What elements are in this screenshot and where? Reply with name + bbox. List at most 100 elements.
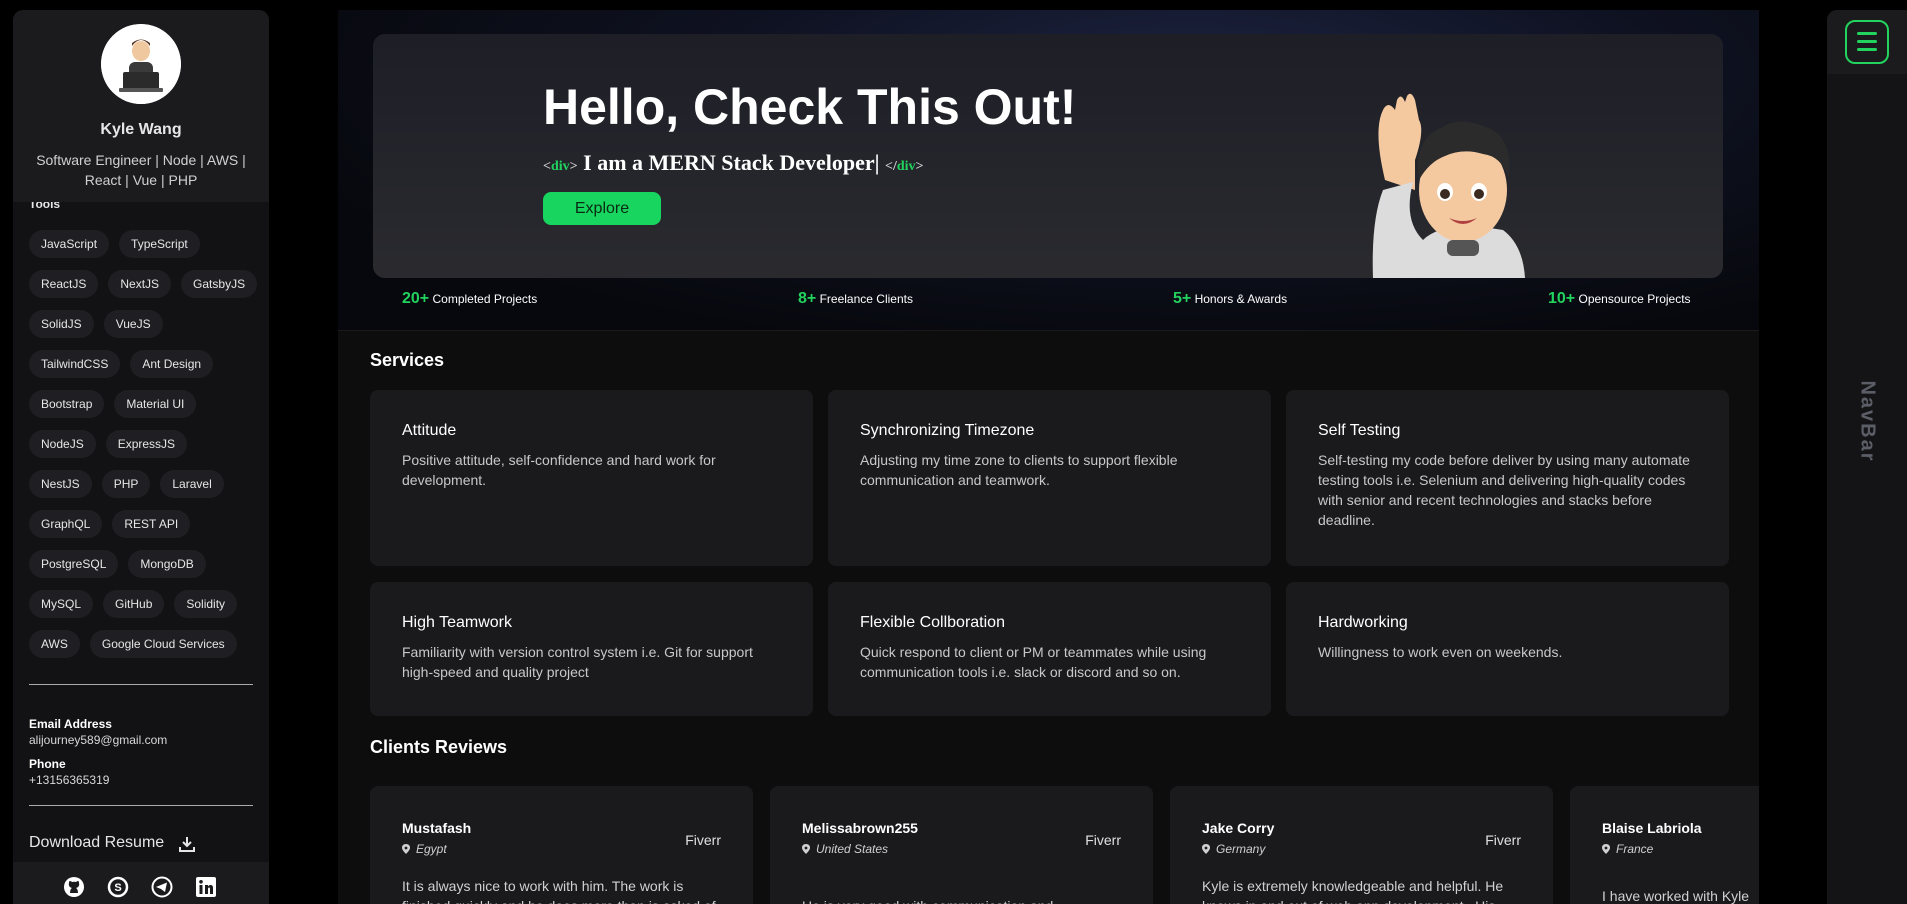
location-pin-icon: [402, 844, 410, 854]
divider: [29, 684, 253, 685]
review-source: Fiverr: [1485, 832, 1521, 848]
waving-memoji-image: [1372, 93, 1525, 278]
tool-tag: Solidity: [174, 590, 238, 618]
tool-tag: MySQL: [29, 590, 94, 618]
divider: [29, 805, 253, 806]
tool-tag: TailwindCSS: [29, 350, 121, 378]
service-card: Hardworking Willingness to work even on …: [1286, 582, 1729, 716]
review-source: Fiverr: [685, 832, 721, 848]
tool-tag: PHP: [101, 470, 151, 498]
svg-text:S: S: [114, 882, 121, 894]
skype-icon[interactable]: S: [107, 876, 129, 898]
email-label: Email Address: [29, 717, 112, 731]
social-links: S: [13, 862, 269, 904]
tool-tag: GraphQL: [29, 510, 103, 538]
service-title: Hardworking: [1318, 614, 1408, 631]
tools-tag-list: JavaScript TypeScript ReactJS NextJS GatsbyJ…: [29, 230, 259, 658]
tool-tag: PostgreSQL: [29, 550, 119, 578]
main-content[interactable]: Hello, Check This Out! <div> I am a MERN…: [338, 10, 1759, 904]
review-source: Fiverr: [1085, 832, 1121, 848]
linkedin-icon[interactable]: [195, 876, 217, 898]
tool-tag: JavaScript: [29, 230, 110, 258]
stat-freelance-clients: 8+ Freelance Clients: [798, 290, 913, 307]
github-icon[interactable]: [63, 876, 85, 898]
reviewer-location: United States: [802, 842, 888, 856]
tool-tag: ExpressJS: [105, 430, 188, 458]
service-title: Synchronizing Timezone: [860, 422, 1035, 439]
service-text: Adjusting my time zone to clients to sup…: [860, 452, 1178, 488]
download-icon[interactable]: [178, 835, 196, 853]
tool-tag: SolidJS: [29, 310, 94, 338]
explore-button[interactable]: Explore: [543, 192, 661, 225]
service-text: Self-testing my code before deliver by u…: [1318, 452, 1690, 528]
tool-tag: Laravel: [160, 470, 224, 498]
reviews-heading: Clients Reviews: [370, 737, 508, 757]
tool-tag: AWS: [29, 630, 80, 658]
service-text: Familiarity with version control system …: [402, 644, 753, 680]
reviewer-name: Blaise Labriola: [1602, 820, 1702, 836]
review-card: Blaise Labriola France I have worked wit…: [1570, 786, 1759, 904]
service-title: High Teamwork: [402, 614, 512, 631]
service-card: Self Testing Self-testing my code before…: [1286, 390, 1729, 566]
review-text: It is always nice to work with him. The …: [402, 878, 716, 904]
hero-title: Hello, Check This Out!: [543, 79, 1077, 135]
review-card: Mustafash Egypt Fiverr It is always nice…: [370, 786, 753, 904]
app-root: Kyle Wang Software Engineer | Node | AWS…: [0, 0, 1907, 904]
tool-tag: Google Cloud Services: [89, 630, 237, 658]
profile-card: Kyle Wang Software Engineer | Node | AWS…: [13, 10, 269, 202]
tool-tag: NestJS: [29, 470, 92, 498]
tools-heading: Tools: [29, 202, 61, 211]
email-value[interactable]: alijourney589@gmail.com: [29, 733, 167, 747]
services-heading: Services: [370, 350, 445, 370]
location-pin-icon: [1602, 844, 1610, 854]
reviewer-name: Mustafash: [402, 820, 472, 836]
review-card: Melissabrown255 United States Fiverr He …: [770, 786, 1153, 904]
service-text: Quick respond to client or PM or teammat…: [860, 644, 1207, 680]
navbar: NavBar: [1827, 10, 1907, 904]
location-pin-icon: [802, 844, 810, 854]
reviewer-name: Jake Corry: [1202, 820, 1275, 836]
tool-tag: Ant Design: [130, 350, 214, 378]
profile-name: Kyle Wang: [100, 121, 182, 138]
service-text: Willingness to work even on weekends.: [1318, 644, 1563, 660]
reviewer-name: Melissabrown255: [802, 820, 918, 836]
review-text: I have worked with Kyle a: [1602, 888, 1750, 904]
tool-tag: Material UI: [114, 390, 197, 418]
menu-icon[interactable]: [1845, 20, 1889, 64]
service-title: Attitude: [402, 422, 457, 439]
tool-tag: MongoDB: [128, 550, 206, 578]
tool-tag: GatsbyJS: [181, 270, 258, 298]
tool-tag: VueJS: [103, 310, 163, 338]
tool-tag: TypeScript: [119, 230, 200, 258]
phone-value[interactable]: +13156365319: [29, 773, 109, 787]
avatar: [101, 24, 181, 104]
profile-sidebar: Kyle Wang Software Engineer | Node | AWS…: [13, 10, 269, 904]
service-text: Positive attitude, self-confidence and h…: [402, 452, 716, 488]
service-card: Attitude Positive attitude, self-confide…: [370, 390, 813, 566]
profile-title: Software Engineer | Node | AWS | React |…: [36, 152, 246, 188]
review-card: Jake Corry Germany Fiverr Kyle is extrem…: [1170, 786, 1553, 904]
service-card: High Teamwork Familiarity with version c…: [370, 582, 813, 716]
service-title: Self Testing: [1318, 422, 1401, 439]
tool-tag: NextJS: [108, 270, 172, 298]
location-pin-icon: [1202, 844, 1210, 854]
telegram-icon[interactable]: [151, 876, 173, 898]
tool-tag: REST API: [112, 510, 191, 538]
tool-tag: ReactJS: [29, 270, 99, 298]
tool-tag: GitHub: [103, 590, 165, 618]
divider: [338, 330, 1759, 331]
close-tag: div: [896, 159, 916, 174]
reviewer-location: Egypt: [402, 842, 447, 856]
tool-tag: NodeJS: [29, 430, 96, 458]
stat-completed-projects: 20+ Completed Projects: [402, 290, 538, 307]
download-resume-link[interactable]: Download Resume: [29, 834, 164, 852]
phone-label: Phone: [29, 757, 66, 771]
review-text: He is very good with communication and: [802, 896, 1132, 904]
open-tag: div: [550, 159, 570, 174]
hero-subtitle: <div> I am a MERN Stack Developer| </div…: [543, 150, 924, 175]
hero-typing-text: I am a MERN Stack Developer|: [583, 150, 880, 175]
service-card: Synchronizing Timezone Adjusting my time…: [828, 390, 1271, 566]
reviewer-location: France: [1602, 842, 1653, 856]
service-card: Flexible Collboration Quick respond to c…: [828, 582, 1271, 716]
review-text: Kyle is extremely knowledgeable and help…: [1202, 878, 1504, 904]
